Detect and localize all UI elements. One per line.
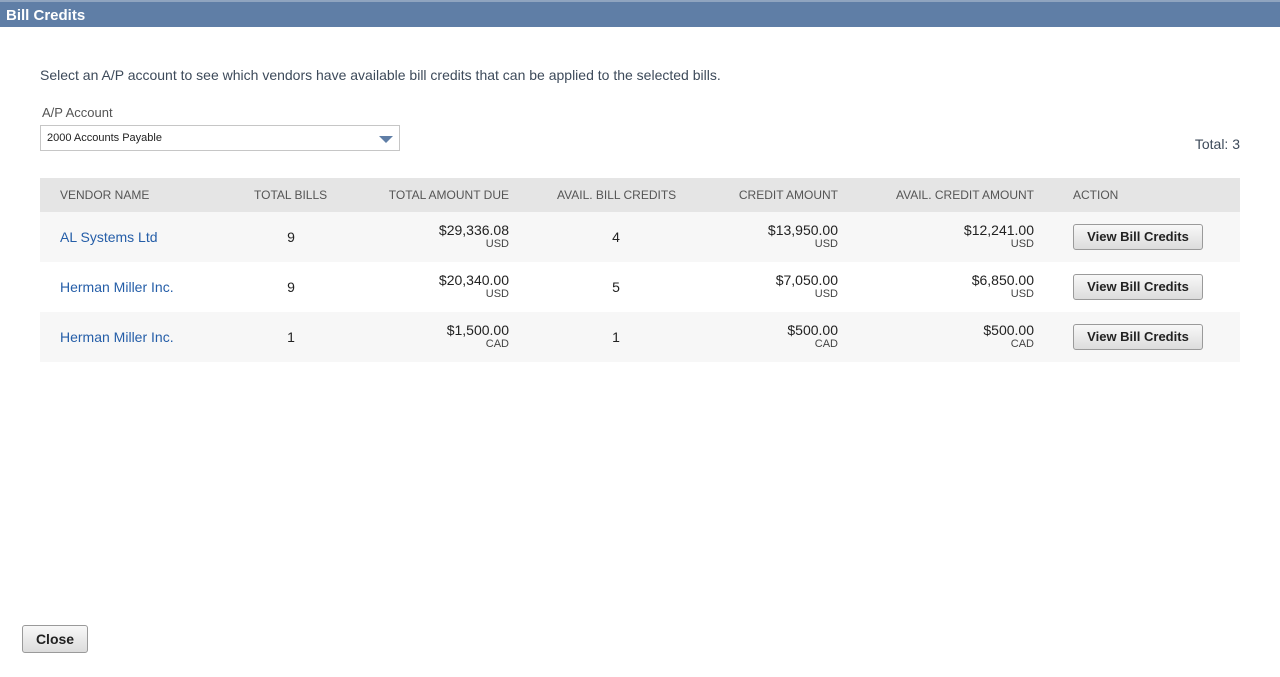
header-action: ACTION bbox=[1073, 188, 1119, 202]
header-credit-amount[interactable]: CREDIT AMOUNT bbox=[739, 188, 838, 202]
avail-bill-credits-value: 1 bbox=[612, 329, 620, 345]
total-amount-due-cell: $20,340.00 USD bbox=[439, 272, 509, 301]
header-vendor-name[interactable]: VENDOR NAME bbox=[60, 188, 149, 202]
total-amount-due-cell: $29,336.08 USD bbox=[439, 222, 509, 251]
avail-credit-amount-value: $12,241.00 bbox=[963, 222, 1034, 238]
window-title: Bill Credits bbox=[6, 7, 86, 24]
avail-credit-amount-currency: CAD bbox=[1010, 338, 1034, 350]
credit-amount-cell: $500.00 CAD bbox=[787, 322, 838, 351]
avail-credit-amount-value: $6,850.00 bbox=[971, 272, 1034, 288]
avail-credit-amount-currency: USD bbox=[1010, 238, 1034, 250]
credit-amount-cell: $13,950.00 USD bbox=[768, 222, 838, 251]
total-amount-due-currency: USD bbox=[485, 238, 509, 250]
avail-credit-amount-cell: $500.00 CAD bbox=[983, 322, 1034, 351]
avail-credit-amount-cell: $6,850.00 USD bbox=[972, 272, 1034, 301]
table-row: Herman Miller Inc. 9 $20,340.00 USD 5 $7… bbox=[40, 262, 1240, 312]
credit-amount-currency: CAD bbox=[814, 338, 838, 350]
avail-bill-credits-value: 4 bbox=[612, 229, 620, 245]
total-amount-due-value: $29,336.08 bbox=[438, 222, 509, 238]
credit-amount-value: $13,950.00 bbox=[767, 222, 838, 238]
header-total-bills[interactable]: TOTAL BILLS bbox=[254, 188, 327, 202]
table-row: Herman Miller Inc. 1 $1,500.00 CAD 1 $50… bbox=[40, 312, 1240, 362]
total-amount-due-value: $20,340.00 bbox=[438, 272, 509, 288]
total-bills-value: 9 bbox=[287, 279, 295, 295]
ap-account-selected-value: 2000 Accounts Payable bbox=[47, 132, 162, 144]
window-titlebar: Bill Credits bbox=[0, 0, 1280, 27]
vendor-link[interactable]: AL Systems Ltd bbox=[60, 229, 158, 245]
close-button[interactable]: Close bbox=[22, 625, 88, 653]
avail-bill-credits-value: 5 bbox=[612, 279, 620, 295]
credit-amount-cell: $7,050.00 USD bbox=[776, 272, 838, 301]
vendor-link[interactable]: Herman Miller Inc. bbox=[60, 279, 174, 295]
credit-amount-value: $7,050.00 bbox=[775, 272, 838, 288]
header-avail-bill-credits[interactable]: AVAIL. BILL CREDITS bbox=[557, 188, 676, 202]
instructions-text: Select an A/P account to see which vendo… bbox=[40, 67, 721, 83]
vendor-link[interactable]: Herman Miller Inc. bbox=[60, 329, 174, 345]
ap-account-select[interactable]: 2000 Accounts Payable bbox=[40, 125, 400, 151]
vendor-credits-table: VENDOR NAME TOTAL BILLS TOTAL AMOUNT DUE… bbox=[40, 178, 1240, 362]
total-count: Total: 3 bbox=[1194, 136, 1240, 152]
total-bills-value: 1 bbox=[287, 329, 295, 345]
total-bills-value: 9 bbox=[287, 229, 295, 245]
header-total-amount-due[interactable]: TOTAL AMOUNT DUE bbox=[389, 188, 509, 202]
total-amount-due-currency: CAD bbox=[485, 338, 509, 350]
credit-amount-value: $500.00 bbox=[787, 322, 838, 338]
credit-amount-currency: USD bbox=[814, 238, 838, 250]
avail-credit-amount-value: $500.00 bbox=[983, 322, 1034, 338]
header-avail-credit-amount[interactable]: AVAIL. CREDIT AMOUNT bbox=[896, 188, 1034, 202]
table-row: AL Systems Ltd 9 $29,336.08 USD 4 $13,95… bbox=[40, 212, 1240, 262]
view-bill-credits-button[interactable]: View Bill Credits bbox=[1073, 274, 1203, 300]
total-amount-due-cell: $1,500.00 CAD bbox=[447, 322, 509, 351]
avail-credit-amount-cell: $12,241.00 USD bbox=[964, 222, 1034, 251]
view-bill-credits-button[interactable]: View Bill Credits bbox=[1073, 224, 1203, 250]
table-header: VENDOR NAME TOTAL BILLS TOTAL AMOUNT DUE… bbox=[40, 178, 1240, 212]
avail-credit-amount-currency: USD bbox=[1010, 288, 1034, 300]
total-amount-due-value: $1,500.00 bbox=[446, 322, 509, 338]
chevron-down-icon[interactable] bbox=[379, 136, 393, 143]
view-bill-credits-button[interactable]: View Bill Credits bbox=[1073, 324, 1203, 350]
credit-amount-currency: USD bbox=[814, 288, 838, 300]
total-amount-due-currency: USD bbox=[485, 288, 509, 300]
ap-account-label: A/P Account bbox=[42, 105, 113, 120]
